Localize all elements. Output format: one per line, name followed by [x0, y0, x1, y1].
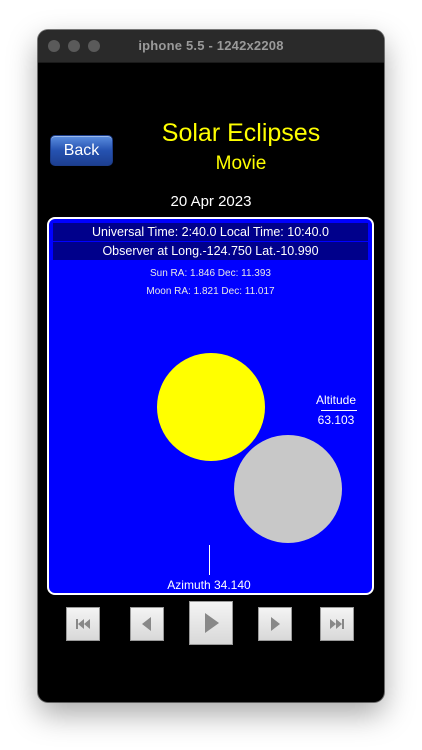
skip-to-end-button[interactable]	[320, 607, 354, 641]
altitude-value: 63.103	[317, 413, 355, 427]
sky-view: Universal Time: 2:40.0 Local Time: 10:40…	[47, 217, 374, 595]
skip-to-start-button[interactable]	[66, 607, 100, 641]
moon-disc	[234, 435, 342, 543]
step-back-button[interactable]	[130, 607, 164, 641]
sun-disc	[157, 353, 265, 461]
step-forward-button[interactable]	[258, 607, 292, 641]
altitude-label: Altitude	[315, 393, 357, 407]
step-forward-icon	[271, 617, 280, 631]
azimuth-marker	[209, 545, 210, 575]
step-back-icon	[142, 617, 151, 631]
playback-controls	[38, 597, 384, 651]
skip-to-end-icon	[330, 619, 344, 629]
observer-info: Observer at Long.-124.750 Lat.-10.990	[53, 242, 368, 260]
play-button[interactable]	[189, 601, 233, 645]
window-title: iphone 5.5 - 1242x2208	[138, 38, 284, 53]
time-info: Universal Time: 2:40.0 Local Time: 10:40…	[53, 223, 368, 241]
date-label: 20 Apr 2023	[170, 193, 252, 210]
altitude-divider	[321, 410, 357, 411]
azimuth-label: Azimuth 34.140	[167, 578, 251, 592]
page-subtitle: Movie	[215, 153, 267, 174]
page-title: Solar Eclipses	[161, 119, 321, 147]
play-icon	[205, 613, 219, 633]
title-bar: iphone 5.5 - 1242x2208	[38, 30, 384, 63]
moon-coordinates: Moon RA: 1.821 Dec: 11.017	[146, 286, 275, 297]
sun-coordinates: Sun RA: 1.846 Dec: 11.393	[149, 268, 271, 279]
skip-to-start-icon	[76, 619, 90, 629]
simulator-window: iphone 5.5 - 1242x2208 Back Solar Eclips…	[38, 30, 384, 702]
